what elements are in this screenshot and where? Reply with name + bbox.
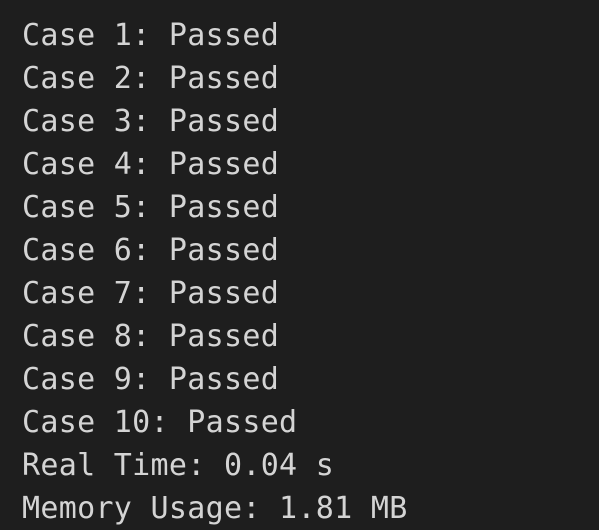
memory-usage-line: Memory Usage: 1.81 MB — [22, 491, 408, 526]
test-case-result-line: Case 3: Passed — [22, 104, 280, 139]
test-case-result-line: Case 1: Passed — [22, 18, 280, 53]
real-time-line: Real Time: 0.04 s — [22, 448, 335, 483]
terminal-output: Case 1: Passed Case 2: Passed Case 3: Pa… — [0, 0, 599, 526]
test-case-result-line: Case 10: Passed — [22, 405, 298, 440]
test-case-result-line: Case 4: Passed — [22, 147, 280, 182]
test-case-result-line: Case 7: Passed — [22, 276, 280, 311]
test-case-result-line: Case 2: Passed — [22, 61, 280, 96]
test-case-result-line: Case 5: Passed — [22, 190, 280, 225]
test-case-result-line: Case 8: Passed — [22, 319, 280, 354]
test-case-result-line: Case 6: Passed — [22, 233, 280, 268]
test-case-result-line: Case 9: Passed — [22, 362, 280, 397]
